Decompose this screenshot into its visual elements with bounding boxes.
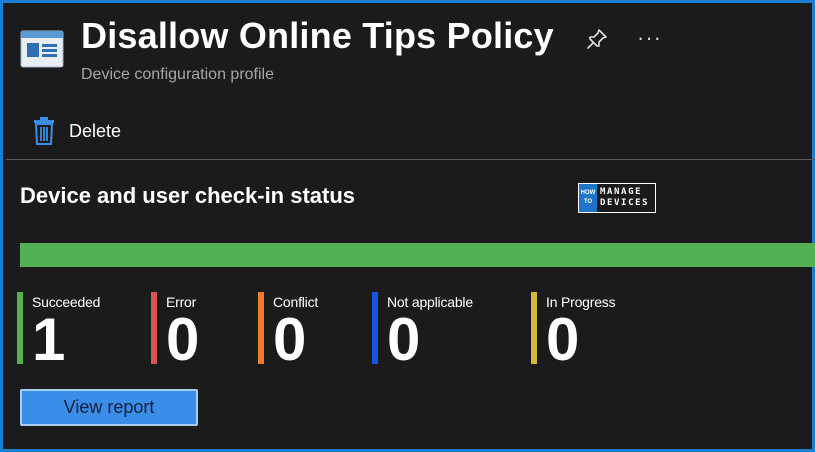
delete-label: Delete [69, 120, 122, 141]
stat-color-bar [258, 292, 264, 364]
stat-color-bar [17, 292, 23, 364]
stat-color-bar [151, 292, 157, 364]
logo-left: HOW TO [579, 184, 597, 212]
stat-value: 0 [273, 306, 307, 373]
logo-right: MANAGE DEVICES [597, 184, 655, 212]
pin-icon[interactable] [585, 27, 609, 51]
trash-icon [34, 117, 54, 145]
stat-value: 0 [387, 306, 421, 373]
page-title: Disallow Online Tips Policy [81, 15, 554, 56]
stat-value: 0 [166, 306, 200, 373]
stat-color-bar [372, 292, 378, 364]
stat-color-bar [531, 292, 537, 364]
check-in-status-bar [20, 243, 815, 267]
section-title: Device and user check-in status [20, 183, 356, 208]
stat-value: 0 [546, 306, 580, 373]
page-subtitle: Device configuration profile [81, 66, 274, 83]
more-options-icon[interactable]: ··· [637, 25, 662, 51]
howtomanagedevices-logo: HOW TO MANAGE DEVICES [578, 183, 656, 213]
window-frame: Disallow Online Tips Policy ··· Device c… [0, 0, 815, 452]
view-report-button[interactable]: View report [20, 389, 198, 426]
device-configuration-profile-icon [20, 30, 64, 68]
toolbar-divider [6, 159, 815, 160]
stat-value: 1 [32, 306, 66, 373]
delete-button[interactable]: Delete [33, 116, 121, 146]
